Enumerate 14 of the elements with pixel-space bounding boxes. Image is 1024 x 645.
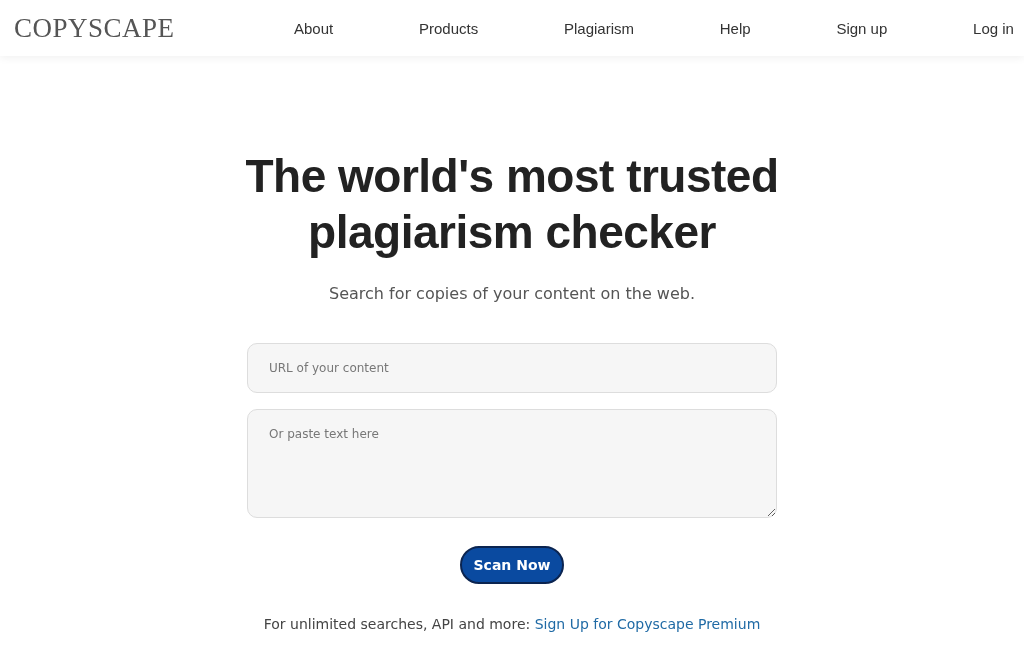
premium-note: For unlimited searches, API and more: Sign Up for Copyscape Premium — [263, 616, 761, 632]
nav-link[interactable]: Log in — [973, 19, 1014, 37]
url-field[interactable]: URL of your content — [247, 343, 777, 393]
site-logo[interactable]: COPYSCAPE — [14, 12, 244, 44]
scan-now-button[interactable]: Scan Now — [460, 546, 564, 584]
nav-link[interactable]: Plagiarism — [563, 19, 634, 37]
text-field[interactable]: Or paste text here — [247, 409, 777, 518]
premium-link[interactable]: Sign Up for Copyscape Premium — [534, 616, 761, 632]
hero-title: The world's most trusted plagiarism checker — [244, 149, 780, 260]
hero-subtitle: Search for copies of your content on the web. — [328, 284, 695, 303]
nav-link[interactable]: Help — [719, 19, 751, 37]
nav-link[interactable]: Sign up — [836, 19, 888, 37]
nav-link[interactable]: About — [294, 19, 334, 37]
nav-link[interactable]: Products — [419, 19, 479, 37]
